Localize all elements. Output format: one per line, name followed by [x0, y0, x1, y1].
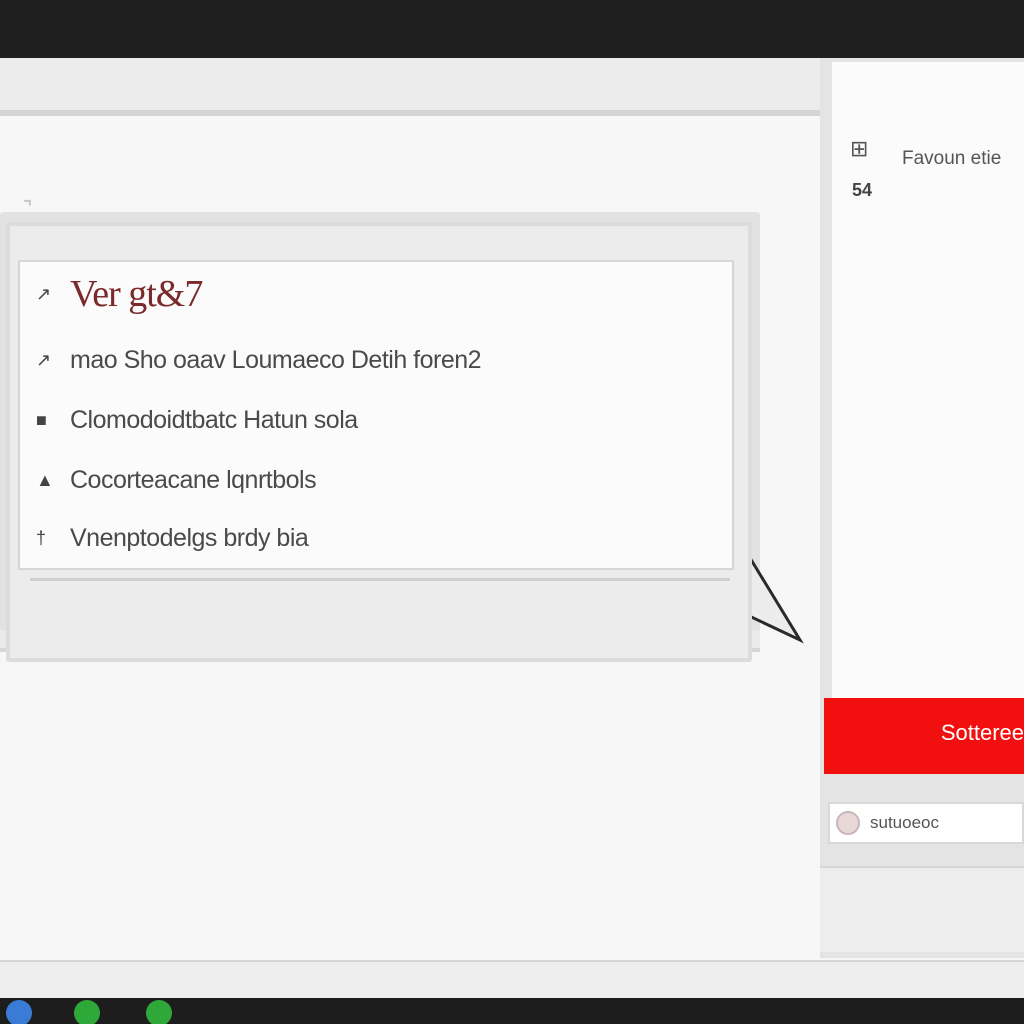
list-item-label: Clomodoidtbatc Hatun sola [70, 405, 358, 434]
grid-icon[interactable]: ⊞ [850, 136, 868, 162]
list-item-label: Vnenptodelgs brdy bia [70, 523, 309, 552]
arrow-icon: ↗ [36, 283, 52, 304]
list-item[interactable]: † Vnenptodelgs brdy bia [36, 518, 309, 558]
green-app-icon[interactable] [74, 1000, 100, 1024]
side-panel-title: Favoun etie [902, 148, 1002, 169]
side-panel-footer [820, 866, 1024, 952]
avatar-icon [836, 811, 860, 835]
top-bezel [0, 0, 1024, 58]
green-app-icon[interactable] [146, 1000, 172, 1024]
search-input[interactable]: sutuoeoc [828, 802, 1024, 844]
primary-action-label: Sotteree [940, 720, 1024, 745]
side-panel-content: ⊞ Favoun etie 54 [832, 62, 1024, 752]
list-marker-icon: ■ [36, 409, 47, 430]
search-input-text: sutuoeoc [870, 813, 939, 832]
window-bottom-bar [0, 960, 1024, 998]
primary-action-button[interactable]: Sotteree [824, 698, 1024, 774]
list-item[interactable]: ↗ mao Sho oaav Loumaeco Detih foren2 [36, 340, 482, 380]
popup-dialog: ↗ Ver gt&7 ↗ mao Sho oaav Loumaeco Detih… [6, 222, 752, 662]
popup-divider [30, 578, 730, 581]
side-panel-number: 54 [852, 180, 873, 200]
list-marker-icon: ↗ [36, 349, 52, 370]
list-item[interactable]: ▲ Cocorteacane lqnrtbols [36, 460, 317, 500]
blue-app-icon[interactable] [6, 1000, 32, 1024]
list-marker-icon: ▲ [36, 469, 54, 490]
list-item-label: Cocorteacane lqnrtbols [70, 465, 317, 494]
popup-title: Ver gt&7 [70, 273, 203, 315]
list-item-label: mao Sho oaav Loumaeco Detih foren2 [70, 345, 482, 374]
list-marker-icon: † [36, 527, 47, 548]
screen: ⌐˺ ↗ Ver gt&7 ↗ mao Sho oaav Loumaeco De… [0, 0, 1024, 1024]
popup-title-row: ↗ Ver gt&7 [36, 273, 203, 315]
list-item[interactable]: ■ Clomodoidtbatc Hatun sola [36, 400, 358, 440]
